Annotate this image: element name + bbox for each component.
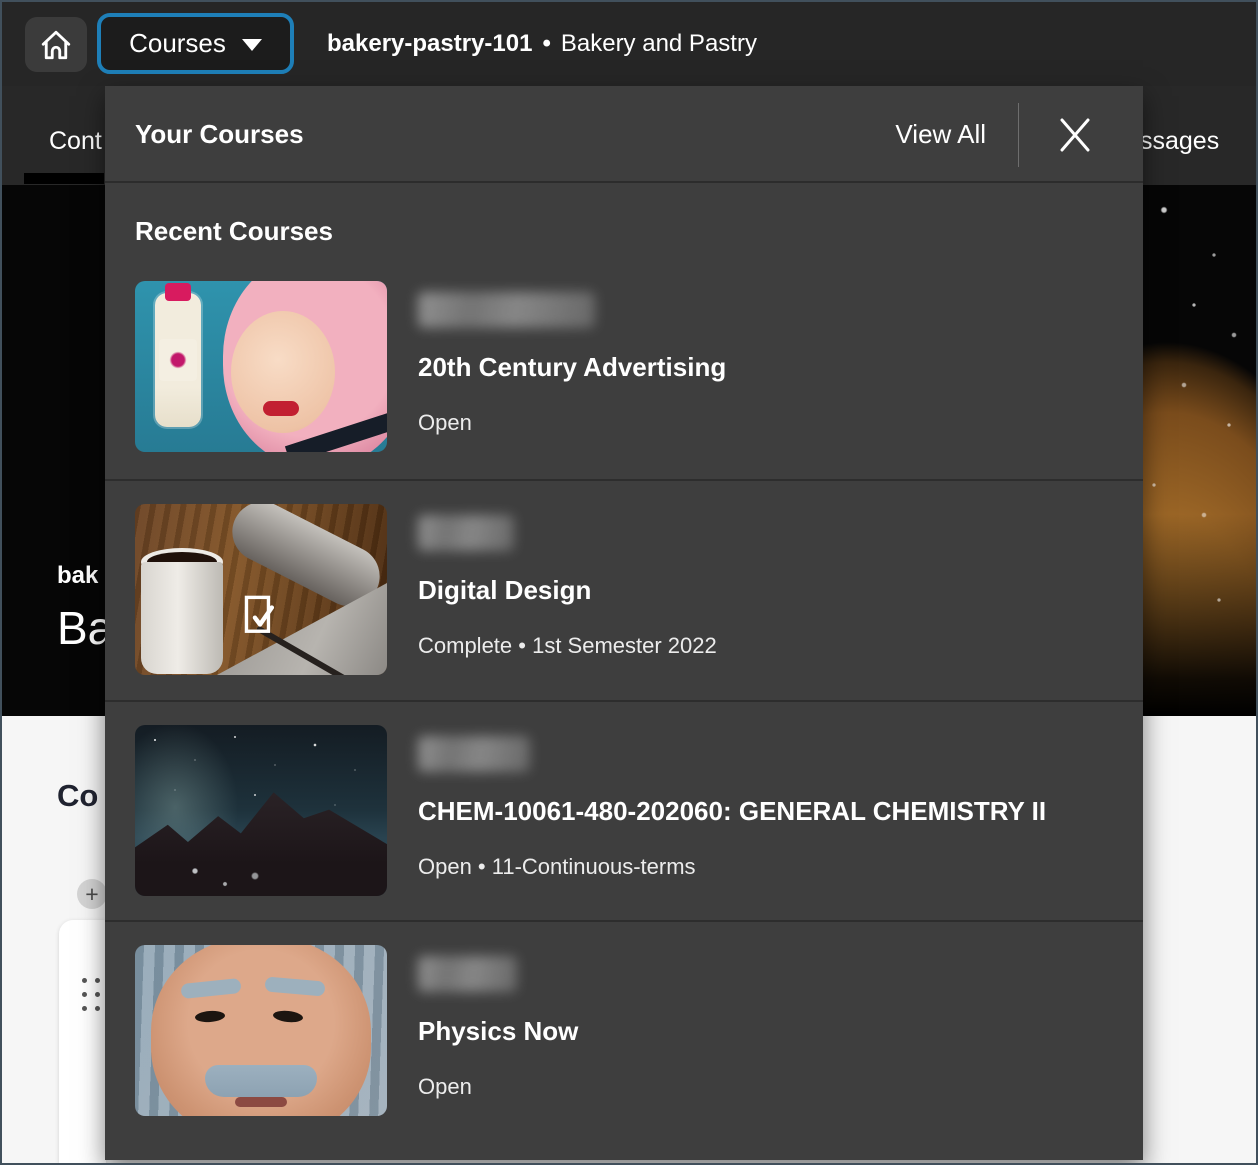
course-row-physics-now[interactable]: Physics Now Open [105, 920, 1143, 1160]
home-button[interactable] [25, 17, 87, 72]
course-info: Digital Design Complete • 1st Semester 2… [418, 515, 717, 659]
course-info: CHEM-10061-480-202060: GENERAL CHEMISTRY… [418, 736, 1046, 880]
active-tab-underline [24, 173, 104, 184]
panel-title: Your Courses [135, 86, 304, 183]
content-heading-partial: Co [57, 778, 98, 814]
course-thumbnail-einstein-figurine [135, 945, 387, 1116]
home-icon [38, 27, 74, 63]
course-status: Open • 11-Continuous-terms [418, 854, 1046, 880]
redacted-course-id [418, 515, 514, 551]
course-title: Physics Now [418, 1014, 578, 1048]
document-check-icon [243, 594, 277, 638]
drag-handle-icon[interactable] [82, 978, 104, 1011]
bullet-separator: • [542, 30, 550, 58]
hero-course-id-partial: bak [57, 562, 98, 590]
plus-icon: + [85, 881, 98, 907]
panel-header: Your Courses View All [105, 86, 1143, 183]
course-info: 20th Century Advertising Open [418, 292, 726, 436]
course-id-text: bakery-pastry-101 [327, 30, 532, 58]
course-row-digital-design[interactable]: Digital Design Complete • 1st Semester 2… [105, 479, 1143, 700]
course-row-general-chemistry[interactable]: CHEM-10061-480-202060: GENERAL CHEMISTRY… [105, 700, 1143, 920]
recent-courses-heading: Recent Courses [135, 216, 333, 247]
current-course-title: bakery-pastry-101 • Bakery and Pastry [327, 2, 757, 86]
course-name-text: Bakery and Pastry [561, 30, 757, 58]
tab-content-partial[interactable]: Cont [49, 127, 102, 156]
caret-down-icon [242, 39, 262, 51]
redacted-course-id [418, 292, 595, 328]
course-thumbnail-retro-advertising [135, 281, 387, 452]
course-thumbnail-night-mountain [135, 725, 387, 896]
course-info: Physics Now Open [418, 956, 578, 1100]
screenshot-root: Courses bakery-pastry-101 • Bakery and P… [0, 0, 1258, 1165]
course-title: 20th Century Advertising [418, 350, 726, 384]
course-title: Digital Design [418, 573, 717, 607]
course-title: CHEM-10061-480-202060: GENERAL CHEMISTRY… [418, 794, 1046, 828]
add-content-button[interactable]: + [77, 879, 107, 909]
top-navigation-bar: Courses bakery-pastry-101 • Bakery and P… [2, 2, 1256, 86]
course-row-advertising[interactable]: 20th Century Advertising Open [105, 258, 1143, 479]
course-status: Complete • 1st Semester 2022 [418, 633, 717, 659]
redacted-course-id [418, 736, 530, 772]
header-vertical-divider [1018, 103, 1019, 167]
view-all-link[interactable]: View All [895, 86, 986, 183]
course-status: Open [418, 410, 726, 436]
courses-dropdown-panel: Your Courses View All Recent Courses 20t… [105, 86, 1143, 1160]
content-item-card [59, 920, 106, 1163]
course-status: Open [418, 1074, 578, 1100]
redacted-course-id [418, 956, 517, 992]
courses-menu-label: Courses [129, 28, 226, 59]
close-panel-button[interactable] [1051, 112, 1099, 158]
course-thumbnail-coffee-notebook [135, 504, 387, 675]
tab-messages-partial[interactable]: ssages [1140, 127, 1219, 156]
close-icon [1054, 114, 1096, 156]
courses-menu-button[interactable]: Courses [97, 13, 294, 74]
